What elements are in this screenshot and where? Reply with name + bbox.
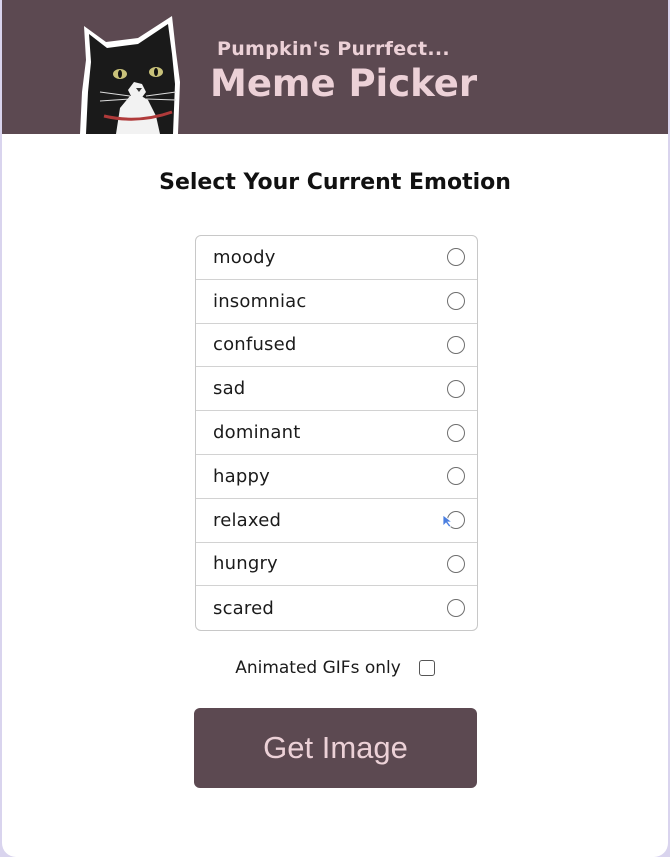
radio-button[interactable] xyxy=(447,292,465,311)
emotion-prompt: Select Your Current Emotion xyxy=(159,170,511,195)
radio-button[interactable] xyxy=(447,467,465,486)
header: Pumpkin's Purrfect... Meme Picker xyxy=(2,0,668,134)
emotion-option-scared[interactable]: scared xyxy=(196,586,477,630)
emotion-option-insomniac[interactable]: insomniac xyxy=(196,280,477,324)
animated-gifs-option[interactable]: Animated GIFs only xyxy=(2,658,668,678)
emotion-label: hungry xyxy=(213,553,278,575)
meme-picker-page: Pumpkin's Purrfect... Meme Picker Select… xyxy=(2,0,668,857)
radio-button[interactable] xyxy=(447,599,465,618)
emotion-option-relaxed[interactable]: relaxed xyxy=(196,499,477,543)
emotion-option-moody[interactable]: moody xyxy=(196,236,477,280)
emotion-label: scared xyxy=(213,597,275,619)
emotion-label: insomniac xyxy=(213,290,307,312)
radio-button[interactable] xyxy=(447,248,465,267)
emotion-option-happy[interactable]: happy xyxy=(196,455,477,499)
emotion-option-sad[interactable]: sad xyxy=(196,367,477,412)
radio-button[interactable] xyxy=(447,379,465,398)
emotion-label: dominant xyxy=(213,422,301,444)
emotion-option-dominant[interactable]: dominant xyxy=(196,411,477,455)
cat-icon xyxy=(80,16,180,134)
emotion-label: happy xyxy=(213,465,270,487)
emotion-option-confused[interactable]: confused xyxy=(196,324,477,368)
animated-gifs-checkbox[interactable] xyxy=(418,660,435,676)
header-subtitle: Pumpkin's Purrfect... xyxy=(217,38,450,60)
animated-gifs-label: Animated GIFs only xyxy=(235,658,401,678)
radio-button[interactable] xyxy=(447,423,465,442)
emotion-label: moody xyxy=(213,246,276,268)
emotion-label: relaxed xyxy=(213,509,282,531)
mouse-pointer-icon xyxy=(442,513,454,528)
emotion-option-hungry[interactable]: hungry xyxy=(196,543,477,587)
emotion-label: sad xyxy=(213,378,246,400)
get-image-button[interactable]: Get Image xyxy=(194,708,477,788)
radio-button[interactable] xyxy=(447,335,465,354)
emotion-radio-list: moody insomniac confused sad dominant ha… xyxy=(195,235,478,632)
emotion-label: confused xyxy=(213,334,297,356)
radio-button[interactable] xyxy=(447,554,465,573)
app-title: Meme Picker xyxy=(210,62,478,105)
